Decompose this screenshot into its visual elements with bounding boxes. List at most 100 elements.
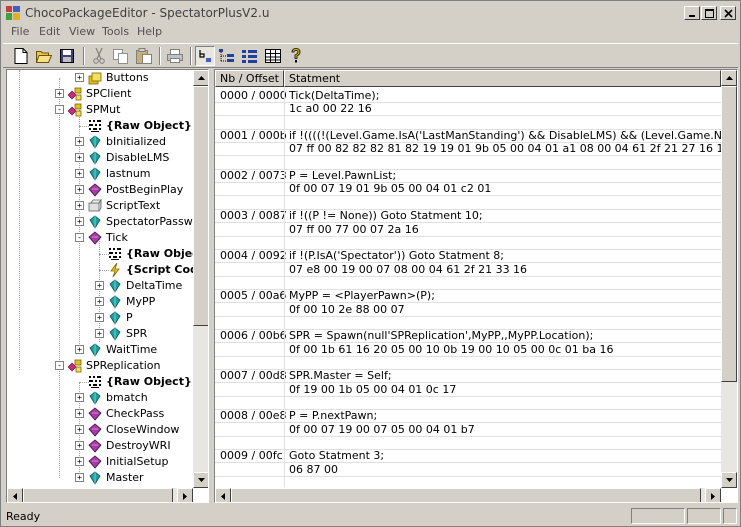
column-header-offset[interactable]: Nb / Offset	[215, 70, 284, 87]
expand-icon[interactable]: +	[75, 457, 84, 466]
tree-item[interactable]: + CloseWindow	[7, 422, 194, 438]
paste-button[interactable]	[134, 46, 154, 66]
tree-item[interactable]: {Raw Object}	[7, 374, 194, 390]
tree-item[interactable]: + InitialSetup	[7, 454, 194, 470]
tree-item[interactable]: + DestroyWRI	[7, 438, 194, 454]
size-grip[interactable]	[723, 508, 737, 524]
expand-icon[interactable]: +	[95, 281, 104, 290]
menu-file[interactable]: File	[11, 25, 29, 38]
new-button[interactable]	[11, 46, 31, 66]
tree-item[interactable]: + SpectatorPassword	[7, 214, 194, 230]
statement-row[interactable]	[215, 396, 721, 410]
expand-icon[interactable]: +	[75, 441, 84, 450]
statement-row[interactable]: 07 ff 00 77 00 07 2a 16	[215, 223, 721, 237]
scroll-thumb[interactable]	[23, 488, 173, 502]
tree-item[interactable]: + Buttons	[7, 70, 194, 86]
tree-item[interactable]: + bInitialized	[7, 134, 194, 150]
tree-item[interactable]: + Master	[7, 470, 194, 486]
tree-item[interactable]: + PostBeginPlay	[7, 182, 194, 198]
view-details-button[interactable]	[240, 46, 260, 66]
tree-item[interactable]: {Script Code}	[7, 262, 194, 278]
expand-icon[interactable]: +	[75, 345, 84, 354]
statement-row[interactable]	[215, 276, 721, 290]
expand-icon[interactable]: +	[75, 201, 84, 210]
tree-item[interactable]: + DeltaTime	[7, 278, 194, 294]
statement-row[interactable]: 0003 / 0087 if !((P != None)) Goto Statme…	[215, 209, 721, 223]
statement-row[interactable]: 0f 00 1b 61 16 20 05 00 10 0b 19 00 10 0…	[215, 343, 721, 357]
scroll-up-button[interactable]	[721, 70, 737, 86]
collapse-icon[interactable]: -	[55, 105, 64, 114]
statement-row[interactable]: 0004 / 0092 if !(P.IsA('Spectator')) Goto…	[215, 249, 721, 263]
scroll-up-button[interactable]	[193, 70, 208, 86]
statement-row[interactable]: 0001 / 000b if !((((!(Level.Game.IsA('Las…	[215, 129, 721, 143]
view-bytecode-button[interactable]	[195, 46, 215, 66]
scroll-right-button[interactable]	[705, 488, 721, 502]
expand-icon[interactable]: +	[75, 393, 84, 402]
tree-vertical-scrollbar[interactable]	[193, 70, 208, 488]
scroll-thumb[interactable]	[231, 488, 701, 502]
expand-icon[interactable]: +	[95, 297, 104, 306]
scroll-left-button[interactable]	[7, 488, 23, 502]
statement-row[interactable]: 0002 / 0073 P = Level.PawnList;	[215, 169, 721, 183]
statement-row[interactable]	[215, 436, 721, 450]
title-bar[interactable]: ChocoPackageEditor - SpectatorPlusV2.u	[3, 3, 738, 23]
package-tree[interactable]: + Buttons + SPClient - SPMut {Raw Object} + bIni…	[6, 69, 209, 503]
expand-icon[interactable]: +	[75, 425, 84, 434]
statement-row[interactable]: 0f 00 10 2e 88 00 07	[215, 303, 721, 317]
tree-item[interactable]: + P	[7, 310, 194, 326]
print-button[interactable]	[165, 46, 185, 66]
expand-icon[interactable]: +	[75, 73, 84, 82]
menu-help[interactable]: Help	[137, 25, 162, 38]
expand-icon[interactable]: +	[95, 329, 104, 338]
maximize-button[interactable]	[701, 6, 717, 20]
tree-item[interactable]: + ScriptText	[7, 198, 194, 214]
scroll-thumb[interactable]	[193, 86, 208, 326]
statement-row[interactable]	[215, 116, 721, 130]
open-button[interactable]	[34, 46, 54, 66]
tree-item[interactable]: {Raw Object}	[7, 118, 194, 134]
tree-item[interactable]: - Tick	[7, 230, 194, 246]
tree-item[interactable]: - SPReplication	[7, 358, 194, 374]
list-vertical-scrollbar[interactable]	[721, 70, 737, 488]
statement-row[interactable]	[215, 316, 721, 330]
statement-row[interactable]: 0f 00 07 19 00 07 05 00 04 01 b7	[215, 423, 721, 437]
minimize-button[interactable]	[684, 6, 700, 20]
statement-row[interactable]: 07 e8 00 19 00 07 08 00 04 61 2f 21 33 1…	[215, 263, 721, 277]
statement-row[interactable]: 07 ff 00 82 82 82 81 82 19 19 01 9b 05 0…	[215, 142, 721, 156]
list-horizontal-scrollbar[interactable]	[215, 488, 721, 502]
tree-item[interactable]: + SPR	[7, 326, 194, 342]
save-button[interactable]	[57, 46, 77, 66]
statement-row[interactable]	[215, 236, 721, 250]
statement-row[interactable]: 0007 / 00d8 SPR.Master = Self;	[215, 369, 721, 383]
tree-item[interactable]: + WaitTime	[7, 342, 194, 358]
expand-icon[interactable]: +	[75, 217, 84, 226]
copy-button[interactable]	[111, 46, 131, 66]
tree-item[interactable]: + lastnum	[7, 166, 194, 182]
expand-icon[interactable]: +	[75, 153, 84, 162]
statement-row[interactable]: 1c a0 00 22 16	[215, 102, 721, 116]
expand-icon[interactable]: +	[75, 137, 84, 146]
menu-view[interactable]: View	[69, 25, 95, 38]
statement-row[interactable]	[215, 356, 721, 370]
tree-item[interactable]: + MyPP	[7, 294, 194, 310]
statement-row[interactable]: 0f 00 07 19 01 9b 05 00 04 01 c2 01	[215, 182, 721, 196]
expand-icon[interactable]: +	[55, 89, 64, 98]
column-header-statement[interactable]: Statment	[284, 70, 721, 87]
scroll-thumb[interactable]	[721, 86, 737, 382]
view-tree-button[interactable]	[217, 46, 237, 66]
scroll-down-button[interactable]	[721, 472, 737, 488]
statement-row[interactable]: 0009 / 00fc Goto Statment 3;	[215, 449, 721, 463]
menu-tools[interactable]: Tools	[102, 25, 129, 38]
statement-row[interactable]: 0005 / 00a6 MyPP = <PlayerPawn>(P);	[215, 289, 721, 303]
tree-item[interactable]: + SPClient	[7, 86, 194, 102]
statement-row[interactable]: 0000 / 0000 Tick(DeltaTime);	[215, 89, 721, 103]
statement-row[interactable]: 0f 19 00 1b 05 00 04 01 0c 17	[215, 383, 721, 397]
collapse-icon[interactable]: -	[75, 233, 84, 242]
expand-icon[interactable]: +	[75, 473, 84, 482]
statement-row[interactable]	[215, 196, 721, 210]
scroll-down-button[interactable]	[193, 472, 208, 488]
statement-list[interactable]: Nb / Offset Statment 0000 / 0000 Tick(Del…	[214, 69, 738, 503]
statement-row[interactable]	[215, 156, 721, 170]
tree-item[interactable]: + bmatch	[7, 390, 194, 406]
menu-edit[interactable]: Edit	[39, 25, 60, 38]
